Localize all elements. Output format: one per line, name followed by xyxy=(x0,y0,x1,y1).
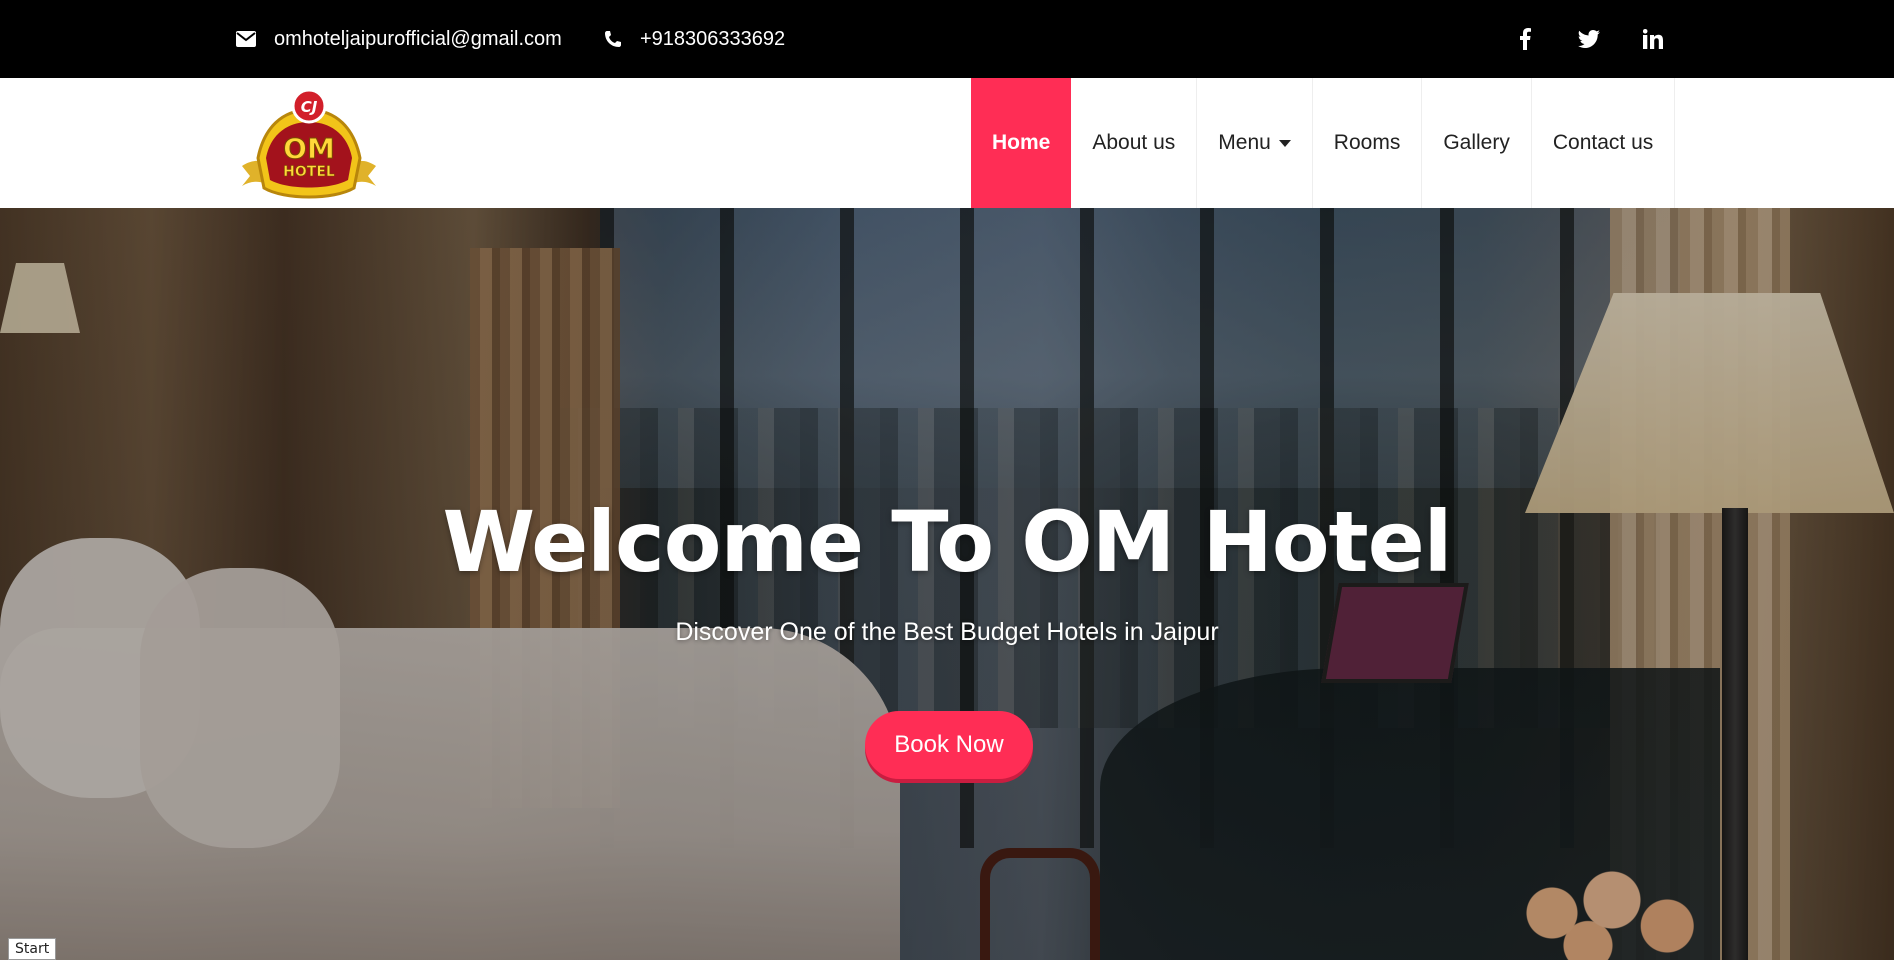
facebook-icon[interactable] xyxy=(1514,28,1536,50)
hotel-logo[interactable]: CJ OM HOTEL xyxy=(234,88,384,200)
nav-item-label: Menu xyxy=(1218,131,1271,154)
social-links xyxy=(1514,0,1664,78)
main-nav: Home About us Menu Rooms Gallery Contact… xyxy=(971,78,1676,208)
logo-text-line2: HOTEL xyxy=(283,164,335,180)
nav-item-menu[interactable]: Menu xyxy=(1197,78,1313,208)
status-start-label: Start xyxy=(8,938,57,960)
linkedin-icon[interactable] xyxy=(1642,28,1664,50)
caret-down-icon xyxy=(1278,139,1291,147)
hero-subtitle: Discover One of the Best Budget Hotels i… xyxy=(675,618,1219,646)
nav-item-label: Contact us xyxy=(1552,131,1654,154)
nav-item-label: Rooms xyxy=(1333,131,1401,154)
nav-item-label: About us xyxy=(1092,131,1176,154)
nav-item-contact-us[interactable]: Contact us xyxy=(1532,78,1676,208)
envelope-icon xyxy=(236,31,256,47)
contact-email[interactable]: omhoteljaipurofficial@gmail.com xyxy=(236,0,562,78)
main-navbar: CJ OM HOTEL Home About us Menu Rooms Gal… xyxy=(0,78,1894,208)
nav-item-label: Home xyxy=(992,131,1051,154)
top-bar: omhoteljaipurofficial@gmail.com +9183063… xyxy=(0,0,1894,78)
contact-email-text: omhoteljaipurofficial@gmail.com xyxy=(274,27,562,50)
nav-item-gallery[interactable]: Gallery xyxy=(1422,78,1532,208)
nav-item-rooms[interactable]: Rooms xyxy=(1313,78,1423,208)
logo-badge-text: CJ xyxy=(301,98,318,116)
phone-icon xyxy=(604,30,622,48)
hero-title: Welcome To OM Hotel xyxy=(442,493,1453,591)
hero-banner: Welcome To OM Hotel Discover One of the … xyxy=(0,208,1894,960)
nav-item-label: Gallery xyxy=(1443,131,1510,154)
logo-text-line1: OM xyxy=(283,132,335,165)
contact-phone[interactable]: +918306333692 xyxy=(604,0,785,78)
nav-item-about-us[interactable]: About us xyxy=(1071,78,1198,208)
contact-phone-text: +918306333692 xyxy=(640,27,786,50)
nav-item-home[interactable]: Home xyxy=(971,78,1072,208)
twitter-icon[interactable] xyxy=(1578,28,1600,50)
book-now-button[interactable]: Book Now xyxy=(865,711,1033,779)
